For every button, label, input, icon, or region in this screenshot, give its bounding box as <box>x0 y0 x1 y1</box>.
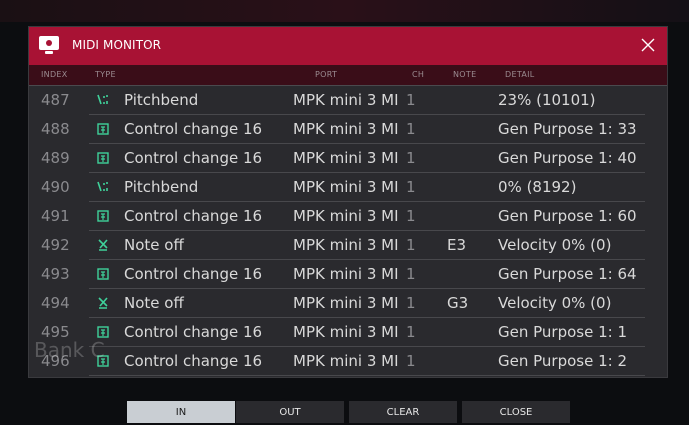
row-channel: 1 <box>406 352 416 370</box>
col-type: TYPE <box>95 70 116 79</box>
close-button[interactable]: CLOSE <box>462 401 570 423</box>
row-index: 490 <box>41 178 70 196</box>
row-channel: 1 <box>406 120 416 138</box>
row-type: Pitchbend <box>124 178 199 196</box>
control-change-icon <box>96 267 110 281</box>
row-channel: 1 <box>406 178 416 196</box>
row-type: Control change 16 <box>124 149 263 167</box>
row-channel: 1 <box>406 91 416 109</box>
row-port: MPK mini 3 MI <box>293 352 399 370</box>
row-index: 488 <box>41 120 70 138</box>
row-detail: Gen Purpose 1: 33 <box>498 120 637 138</box>
event-row[interactable]: 487 Pitchbend MPK mini 3 MI 1 23% (10101) <box>29 86 667 115</box>
event-list[interactable]: 487 Pitchbend MPK mini 3 MI 1 23% (10101) 488… <box>29 86 667 376</box>
event-row[interactable]: 496 Control change 16 MPK mini 3 MI 1 Gen Pu… <box>29 347 667 376</box>
row-channel: 1 <box>406 323 416 341</box>
row-port: MPK mini 3 MI <box>293 265 399 283</box>
row-detail: Velocity 0% (0) <box>498 294 612 312</box>
row-detail: Velocity 0% (0) <box>498 236 612 254</box>
event-row[interactable]: 492 Note off MPK mini 3 MI 1 E3 Velocity 0% (… <box>29 231 667 260</box>
control-change-icon <box>96 325 110 339</box>
in-button[interactable]: IN <box>127 401 235 423</box>
row-type: Control change 16 <box>124 265 263 283</box>
bottom-button-bar <box>0 395 689 425</box>
col-note: NOTE <box>453 70 477 79</box>
event-row[interactable]: 495 Control change 16 MPK mini 3 MI 1 Gen Pu… <box>29 318 667 347</box>
row-type: Control change 16 <box>124 207 263 225</box>
row-note: E3 <box>447 236 467 254</box>
row-detail: Gen Purpose 1: 2 <box>498 352 628 370</box>
row-index: 494 <box>41 294 70 312</box>
col-index: INDEX <box>41 70 68 79</box>
row-detail: 0% (8192) <box>498 178 577 196</box>
background-strip <box>0 0 689 22</box>
event-row[interactable]: 491 Control change 16 MPK mini 3 MI 1 Gen Pu… <box>29 202 667 231</box>
row-port: MPK mini 3 MI <box>293 91 399 109</box>
row-index: 487 <box>41 91 70 109</box>
event-row[interactable]: 489 Control change 16 MPK mini 3 MI 1 Gen Pu… <box>29 144 667 173</box>
out-button[interactable]: OUT <box>236 401 344 423</box>
row-port: MPK mini 3 MI <box>293 236 399 254</box>
row-channel: 1 <box>406 236 416 254</box>
col-ch: CH <box>412 70 425 79</box>
clear-button[interactable]: CLEAR <box>349 401 457 423</box>
midi-monitor-dialog: MIDI MONITOR INDEX TYPE PORT CH NOTE DET… <box>28 26 668 378</box>
pitchbend-icon <box>96 93 110 107</box>
monitor-icon <box>39 36 59 54</box>
pitchbend-icon <box>96 180 110 194</box>
row-type: Control change 16 <box>124 323 263 341</box>
row-port: MPK mini 3 MI <box>293 323 399 341</box>
control-change-icon <box>96 122 110 136</box>
row-channel: 1 <box>406 149 416 167</box>
row-type: Note off <box>124 236 184 254</box>
row-type: Control change 16 <box>124 352 263 370</box>
row-type: Control change 16 <box>124 120 263 138</box>
dialog-titlebar: MIDI MONITOR <box>29 27 667 65</box>
row-detail: Gen Purpose 1: 60 <box>498 207 637 225</box>
event-row[interactable]: 493 Control change 16 MPK mini 3 MI 1 Gen Pu… <box>29 260 667 289</box>
column-headers: INDEX TYPE PORT CH NOTE DETAIL <box>29 65 667 86</box>
col-port: PORT <box>315 70 338 79</box>
row-detail: Gen Purpose 1: 64 <box>498 265 637 283</box>
row-index: 491 <box>41 207 70 225</box>
event-row[interactable]: 488 Control change 16 MPK mini 3 MI 1 Gen Pu… <box>29 115 667 144</box>
row-note: G3 <box>447 294 469 312</box>
note-off-icon <box>96 238 110 252</box>
background-bank-label: Bank C <box>34 338 105 362</box>
row-detail: 23% (10101) <box>498 91 596 109</box>
row-divider <box>89 375 645 376</box>
row-channel: 1 <box>406 265 416 283</box>
row-port: MPK mini 3 MI <box>293 294 399 312</box>
row-port: MPK mini 3 MI <box>293 149 399 167</box>
row-channel: 1 <box>406 207 416 225</box>
event-row[interactable]: 490 Pitchbend MPK mini 3 MI 1 0% (8192) <box>29 173 667 202</box>
row-port: MPK mini 3 MI <box>293 120 399 138</box>
row-index: 489 <box>41 149 70 167</box>
row-index: 492 <box>41 236 70 254</box>
close-icon[interactable] <box>639 36 657 54</box>
col-detail: DETAIL <box>505 70 535 79</box>
row-channel: 1 <box>406 294 416 312</box>
row-type: Note off <box>124 294 184 312</box>
event-row[interactable]: 494 Note off MPK mini 3 MI 1 G3 Velocity 0% (… <box>29 289 667 318</box>
row-port: MPK mini 3 MI <box>293 207 399 225</box>
dialog-title: MIDI MONITOR <box>72 38 162 52</box>
row-port: MPK mini 3 MI <box>293 178 399 196</box>
row-detail: Gen Purpose 1: 1 <box>498 323 628 341</box>
row-type: Pitchbend <box>124 91 199 109</box>
row-index: 493 <box>41 265 70 283</box>
control-change-icon <box>96 151 110 165</box>
control-change-icon <box>96 209 110 223</box>
row-detail: Gen Purpose 1: 40 <box>498 149 637 167</box>
note-off-icon <box>96 296 110 310</box>
